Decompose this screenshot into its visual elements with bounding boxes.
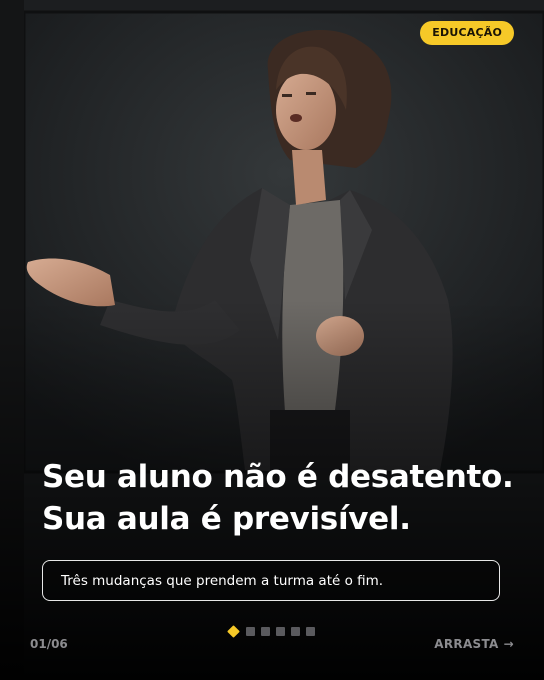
page-dot[interactable] (246, 626, 255, 636)
page-dot[interactable] (261, 626, 270, 636)
headline-line-2: Sua aula é previsível. (42, 501, 411, 537)
headline: Seu aluno não é desatento. Sua aula é pr… (42, 456, 514, 540)
swipe-hint[interactable]: ARRASTA → (434, 637, 514, 651)
page-dot[interactable] (291, 626, 300, 636)
subtitle-text: Três mudanças que prendem a turma até o … (61, 572, 384, 589)
category-badge: EDUCAÇÃO (420, 21, 514, 45)
subtitle-box: Três mudanças que prendem a turma até o … (42, 560, 500, 601)
page-dot[interactable] (306, 626, 315, 636)
arrow-right-icon: → (503, 637, 514, 651)
page-dot-active[interactable] (227, 624, 240, 638)
pagination-dots (227, 624, 315, 638)
swipe-label: ARRASTA (434, 637, 499, 651)
page-dot[interactable] (276, 626, 285, 636)
slide-counter: 01/06 (30, 637, 68, 651)
headline-line-1: Seu aluno não é desatento. (42, 459, 514, 495)
